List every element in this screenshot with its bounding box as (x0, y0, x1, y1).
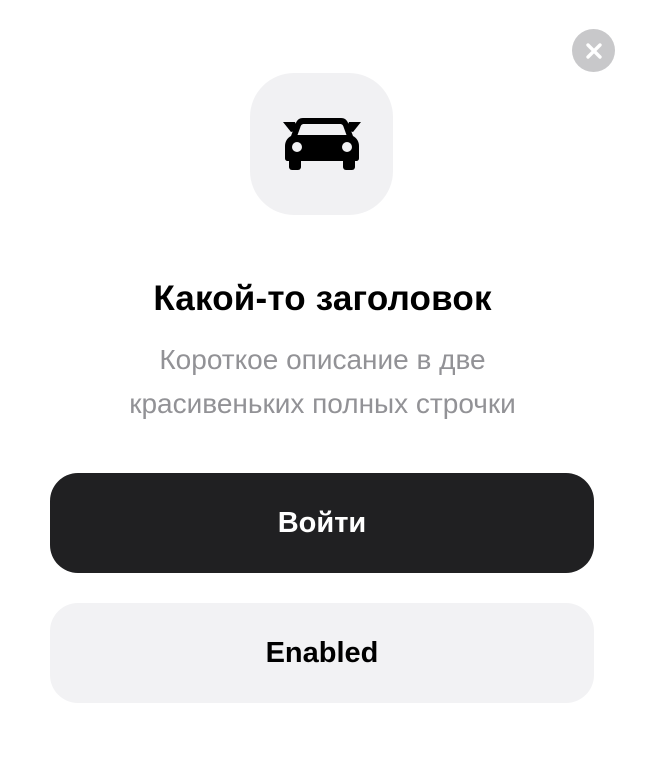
login-button[interactable]: Войти (50, 473, 594, 573)
hero-icon-tile (250, 73, 393, 215)
close-button[interactable] (572, 29, 615, 72)
description-line-2: красивеньких полных строчки (129, 388, 516, 419)
modal-sheet: Какой-то заголовок Короткое описание в д… (0, 0, 645, 768)
car-icon (282, 118, 361, 170)
dialog-title: Какой-то заголовок (153, 279, 492, 318)
description-line-1: Короткое описание в две (159, 344, 486, 375)
dialog-description: Короткое описание в две красивеньких пол… (60, 338, 585, 426)
close-icon (585, 42, 602, 59)
enabled-button[interactable]: Enabled (50, 603, 594, 703)
